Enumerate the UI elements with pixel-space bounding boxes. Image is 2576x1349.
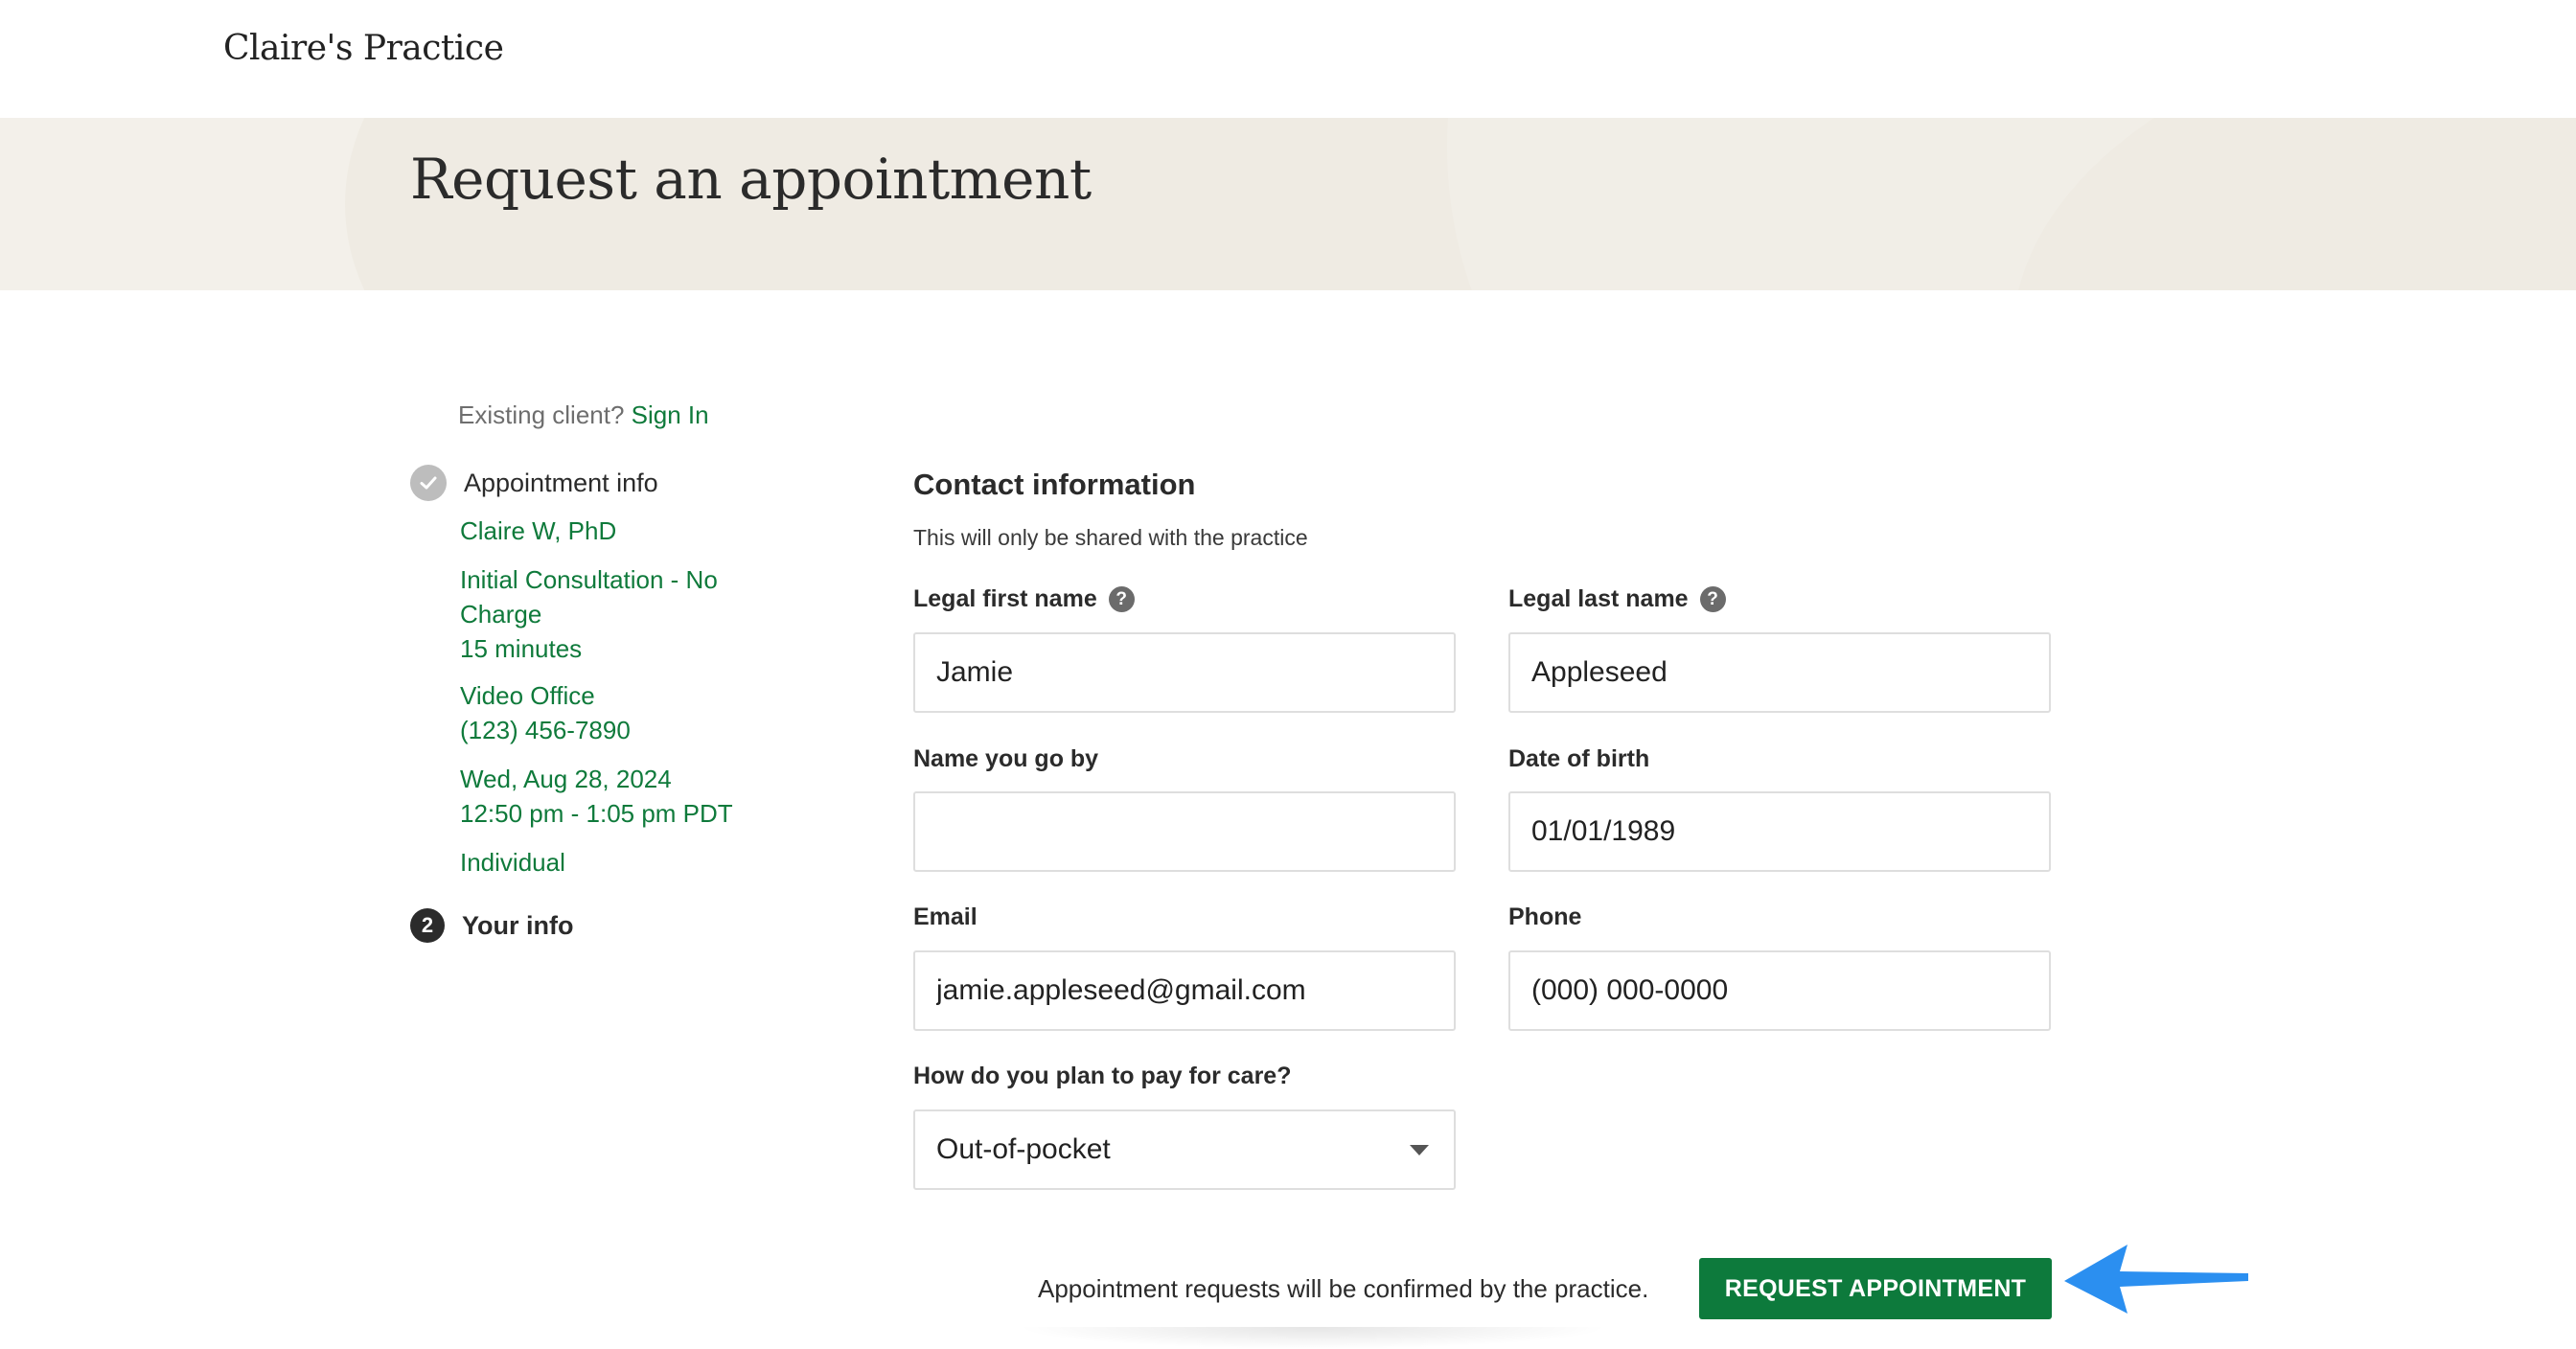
last-name-label: Legal last name ? xyxy=(1508,585,1726,613)
caret-down-icon xyxy=(1410,1144,1429,1155)
payment-select[interactable]: Out-of-pocket xyxy=(913,1109,1456,1190)
step-appointment-info[interactable]: Appointment info xyxy=(410,465,658,501)
step-label: Appointment info xyxy=(464,468,658,497)
request-appointment-button[interactable]: REQUEST APPOINTMENT xyxy=(1699,1258,2052,1319)
email-label: Email xyxy=(913,903,978,930)
sign-in-link[interactable]: Sign In xyxy=(632,400,709,429)
practice-name[interactable]: Claire's Practice xyxy=(223,29,504,68)
client-type: Individual xyxy=(460,848,565,877)
existing-client-prompt: Existing client? Sign In xyxy=(458,400,709,430)
section-subtitle: This will only be shared with the practi… xyxy=(913,525,1308,550)
service-duration: 15 minutes xyxy=(460,634,583,663)
preferred-name-field[interactable] xyxy=(913,791,1456,872)
appointment-datetime: Wed, Aug 28, 2024 12:50 pm - 1:05 pm PDT xyxy=(460,762,776,831)
last-name-field[interactable] xyxy=(1508,632,2051,713)
step-label: Your info xyxy=(462,910,574,940)
check-circle-icon xyxy=(410,465,447,501)
payment-label: How do you plan to pay for care? xyxy=(913,1063,1292,1089)
page-header-band: Request an appointment xyxy=(0,118,2576,290)
help-icon[interactable]: ? xyxy=(1699,586,1726,612)
step-number-badge: 2 xyxy=(410,908,445,943)
email-field[interactable] xyxy=(913,950,1456,1031)
phone-field[interactable] xyxy=(1508,950,2051,1031)
clinician-name: Claire W, PhD xyxy=(460,516,617,545)
label-text: Legal first name xyxy=(913,585,1097,612)
shadow-decoration xyxy=(1016,1327,1610,1349)
location-phone: (123) 456-7890 xyxy=(460,716,631,744)
label-text: Legal last name xyxy=(1508,585,1689,612)
payment-selected-value: Out-of-pocket xyxy=(936,1133,1111,1165)
preferred-name-label: Name you go by xyxy=(913,745,1099,772)
service-line: Initial Consultation - No xyxy=(460,565,718,594)
appointment-location: Video Office (123) 456-7890 xyxy=(460,678,776,747)
section-title: Contact information xyxy=(913,468,1196,501)
dob-field[interactable] xyxy=(1508,791,2051,872)
top-bar: Claire's Practice xyxy=(0,0,2576,118)
location-name: Video Office xyxy=(460,681,595,710)
page-title: Request an appointment xyxy=(410,147,1092,212)
appointment-date: Wed, Aug 28, 2024 xyxy=(460,765,672,793)
service-line: Charge xyxy=(460,600,542,629)
dob-label: Date of birth xyxy=(1508,745,1650,772)
confirmation-note: Appointment requests will be confirmed b… xyxy=(1038,1274,1649,1303)
arrow-left-icon xyxy=(2064,1245,2248,1314)
appointment-time: 12:50 pm - 1:05 pm PDT xyxy=(460,799,733,828)
first-name-field[interactable] xyxy=(913,632,1456,713)
first-name-label: Legal first name ? xyxy=(913,585,1135,613)
help-icon[interactable]: ? xyxy=(1108,586,1135,612)
existing-client-text: Existing client? xyxy=(458,400,625,429)
step-your-info: 2 Your info xyxy=(410,908,573,943)
service-name: Initial Consultation - No Charge 15 minu… xyxy=(460,562,776,666)
phone-label: Phone xyxy=(1508,903,1582,930)
